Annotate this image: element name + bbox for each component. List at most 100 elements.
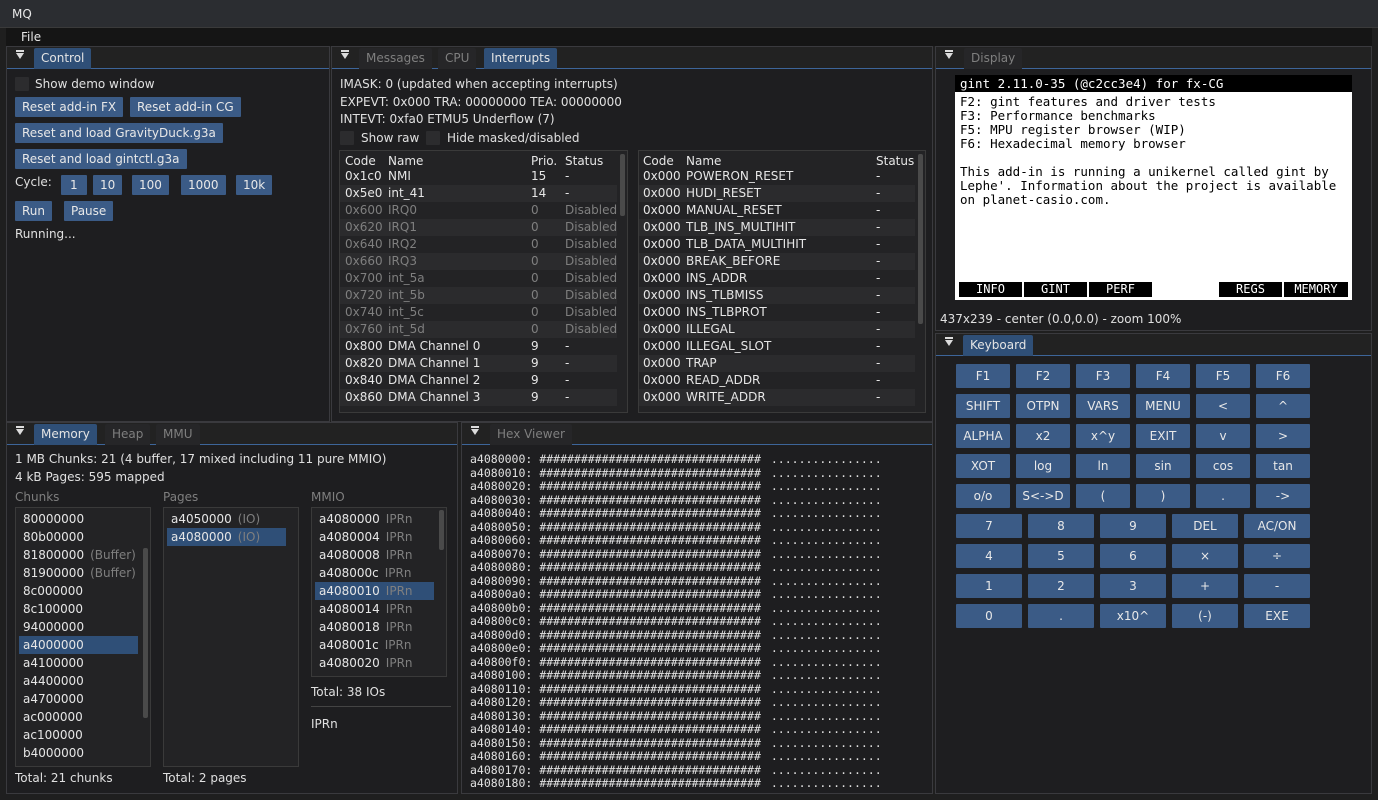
key-button[interactable]: 6 [1100,544,1166,568]
tab-interrupts[interactable]: Interrupts [484,48,558,69]
table-row[interactable]: 0x660 IRQ3 0 Disabled [340,253,617,270]
list-item[interactable]: 81800000 (Buffer) [19,546,138,564]
hex-line[interactable]: a40800f0: ###############################… [470,655,882,669]
list-item[interactable]: a4700000 [19,690,138,708]
table-row[interactable]: 0x000 ILLEGAL_SLOT - [639,338,915,355]
key-button[interactable]: ( [1076,484,1130,508]
hex-line[interactable]: a40800b0: ###############################… [470,601,882,615]
hex-line[interactable]: a4080110: ###############################… [470,682,882,696]
hex-line[interactable]: a4080010: ###############################… [470,466,882,480]
header-code[interactable]: Code [643,154,674,168]
collapse-icon[interactable] [945,337,953,346]
show-demo-checkbox[interactable] [15,77,29,91]
table-row[interactable]: 0x000 MANUAL_RESET - [639,202,915,219]
interrupt-table-scrollbar[interactable] [620,154,625,216]
table-row[interactable]: 0x760 int_5d 0 Disabled [340,321,617,338]
reset-cg-button[interactable]: Reset add-in CG [130,97,241,117]
table-row[interactable]: 0x800 DMA Channel 0 9 - [340,338,617,355]
list-item[interactable]: a4000000 [19,636,138,654]
table-row[interactable]: 0x000 READ_ADDR - [639,372,915,389]
collapse-icon[interactable] [16,426,24,435]
list-item[interactable]: 94000000 [19,618,138,636]
table-row[interactable]: 0x000 INS_ADDR - [639,270,915,287]
key-button[interactable]: x10^ [1100,604,1166,628]
cycle-1000-button[interactable]: 1000 [181,175,226,195]
mmio-scrollbar[interactable] [439,510,444,550]
hex-line[interactable]: a4080080: ###############################… [470,561,882,574]
key-button[interactable]: cos [1196,454,1250,478]
key-button[interactable]: DEL [1172,514,1238,538]
hex-line[interactable]: a40800d0: ###############################… [470,628,882,642]
chunks-list[interactable]: 80000000 80b00000 81800000 (Buffer) 81900000… [15,507,151,767]
table-row[interactable]: 0x860 DMA Channel 3 9 - [340,389,617,406]
hex-line[interactable]: a40800e0: ###############################… [470,642,882,655]
hex-line[interactable]: a40800a0: ###############################… [470,588,882,601]
hex-line[interactable]: a4080100: ###############################… [470,669,882,682]
show-raw-checkbox[interactable] [340,131,354,145]
hex-line[interactable]: a4080150: ###############################… [470,736,882,750]
key-button[interactable]: x2 [1016,424,1070,448]
tab-mmu[interactable]: MMU [156,424,200,445]
list-item[interactable]: a4050000 (IO) [167,510,286,528]
key-button[interactable]: 2 [1028,574,1094,598]
key-button[interactable]: F1 [956,364,1010,388]
list-item[interactable]: a4080004 IPRn [315,528,434,546]
list-item[interactable]: a4080018 IPRn [315,618,434,636]
key-button[interactable]: 8 [1028,514,1094,538]
list-item[interactable]: b4000000 [19,744,138,762]
hex-line[interactable]: a40800c0: ###############################… [470,615,882,628]
key-button[interactable]: 1 [956,574,1022,598]
key-button[interactable]: XOT [956,454,1010,478]
list-item[interactable]: a408000c IPRn [315,564,434,582]
table-row[interactable]: 0x640 IRQ2 0 Disabled [340,236,617,253]
key-button[interactable]: F2 [1016,364,1070,388]
key-button[interactable]: - [1244,574,1310,598]
hex-line[interactable]: a4080050: ###############################… [470,520,882,534]
key-button[interactable]: 9 [1100,514,1166,538]
hide-masked-checkbox[interactable] [426,131,440,145]
key-button[interactable]: -> [1256,484,1310,508]
key-button[interactable]: F3 [1076,364,1130,388]
list-item[interactable]: a408001c IPRn [315,636,434,654]
run-button[interactable]: Run [15,201,53,221]
cycle-100-button[interactable]: 100 [132,175,169,195]
collapse-icon[interactable] [471,426,479,435]
key-button[interactable]: o/o [956,484,1010,508]
key-button[interactable]: EXE [1244,604,1310,628]
table-row[interactable]: 0x000 POWERON_RESET - [639,168,915,185]
interrupt-table[interactable]: Code Name Prio. Status 0x1c0 NMI 15 - 0x5e0 i… [339,150,628,413]
key-button[interactable]: ) [1136,484,1190,508]
header-code[interactable]: Code [345,154,376,168]
tab-keyboard[interactable]: Keyboard [963,335,1034,356]
list-item[interactable]: a4080014 IPRn [315,600,434,618]
key-button[interactable]: ÷ [1244,544,1310,568]
tab-display[interactable]: Display [964,48,1023,69]
calculator-screen[interactable]: gint 2.11.0-35 (@c2cc3e4) for fx-CG F2: … [955,75,1352,300]
reset-fx-button[interactable]: Reset add-in FX [15,97,124,117]
hex-line[interactable]: a4080160: ###############################… [470,750,882,763]
tab-hex-viewer[interactable]: Hex Viewer [490,424,572,445]
chunks-scrollbar[interactable] [143,548,148,718]
header-name[interactable]: Name [388,154,423,168]
list-item[interactable]: a4080020 IPRn [315,654,434,672]
hex-line[interactable]: a4080130: ###############################… [470,709,882,723]
menu-file[interactable]: File [21,30,41,44]
table-row[interactable]: 0x620 IRQ1 0 Disabled [340,219,617,236]
hex-line[interactable]: a4080140: ###############################… [470,723,882,736]
header-status[interactable]: Status [876,154,914,168]
key-button[interactable]: OTPN [1016,394,1070,418]
key-button[interactable]: SHIFT [956,394,1010,418]
table-row[interactable]: 0x5e0 int_41 14 - [340,185,617,202]
hex-line[interactable]: a4080000: ###############################… [470,453,882,466]
table-row[interactable]: 0x000 TRAP - [639,355,915,372]
table-row[interactable]: 0x820 DMA Channel 1 9 - [340,355,617,372]
exception-table-scrollbar[interactable] [918,154,923,324]
key-button[interactable]: + [1172,574,1238,598]
key-button[interactable]: . [1028,604,1094,628]
key-button[interactable]: AC/ON [1244,514,1310,538]
list-item[interactable]: 80b00000 [19,528,138,546]
key-button[interactable]: > [1256,424,1310,448]
list-item[interactable]: a4080010 IPRn [315,582,434,600]
list-item[interactable]: 8c000000 [19,582,138,600]
key-button[interactable]: EXIT [1136,424,1190,448]
